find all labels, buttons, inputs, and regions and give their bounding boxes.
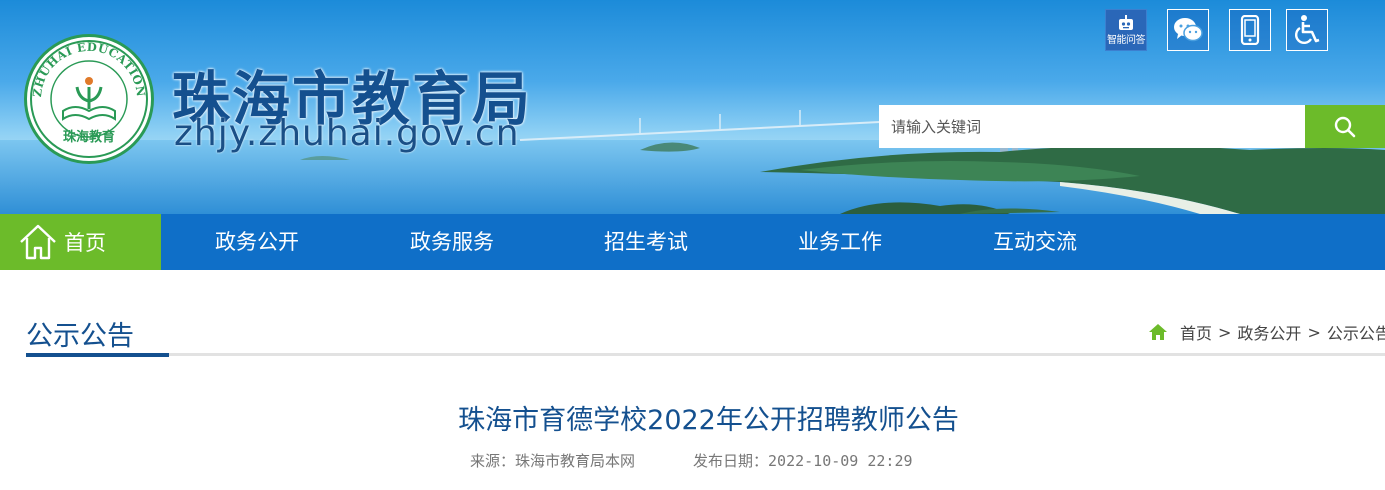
nav-item-interaction[interactable]: 互动交流	[993, 214, 1077, 270]
nav-item-gov-services[interactable]: 政务服务	[410, 214, 494, 270]
main-nav: 首页 政务公开 政务服务 招生考试 业务工作 互动交流	[0, 214, 1385, 270]
article-source: 来源：珠海市教育局本网	[470, 452, 636, 470]
smart-qa-label: 智能问答	[1107, 35, 1146, 46]
mobile-button[interactable]	[1229, 9, 1271, 51]
wechat-button[interactable]	[1167, 9, 1209, 51]
article-meta: 来源：珠海市教育局本网 发布日期：2022-10-09 22:29	[470, 450, 913, 471]
site-logo[interactable]: ZHUHAI EDUCATION 珠海教育	[24, 34, 154, 164]
page: ZHUHAI EDUCATION 珠海教育 珠海市教育局 zhjy.zhuhai…	[0, 0, 1385, 490]
logo-emblem-icon: ZHUHAI EDUCATION 珠海教育	[30, 40, 148, 158]
mobile-phone-icon	[1240, 15, 1260, 45]
smart-qa-button[interactable]: 智能问答	[1105, 9, 1147, 51]
breadcrumb: 首页 > 政务公开 > 公示公告	[1148, 320, 1385, 344]
wechat-icon	[1174, 18, 1203, 42]
home-icon	[20, 224, 56, 260]
article-date: 发布日期：2022-10-09 22:29	[693, 452, 913, 470]
section-title: 公示公告	[26, 321, 134, 352]
nav-item-home[interactable]: 首页	[0, 214, 161, 270]
breadcrumb-separator: >	[1218, 322, 1232, 342]
breadcrumb-home-icon	[1149, 324, 1167, 340]
breadcrumb-current[interactable]: 公示公告	[1327, 320, 1385, 344]
site-domain: zhjy.zhuhai.gov.cn	[174, 113, 520, 154]
search-icon	[1334, 116, 1356, 137]
nav-item-business[interactable]: 业务工作	[798, 214, 882, 270]
nav-item-gov-affairs[interactable]: 政务公开	[215, 214, 299, 270]
nav-item-enrollment[interactable]: 招生考试	[604, 214, 688, 270]
breadcrumb-home[interactable]: 首页	[1180, 320, 1212, 344]
header-banner: ZHUHAI EDUCATION 珠海教育 珠海市教育局 zhjy.zhuhai…	[0, 0, 1385, 214]
wheelchair-icon	[1295, 15, 1320, 44]
section-divider-accent	[26, 353, 169, 357]
breadcrumb-separator: >	[1307, 322, 1321, 342]
robot-icon	[1119, 15, 1133, 30]
section-divider	[26, 353, 1385, 356]
top-icon-bar: 智能问答	[1105, 9, 1345, 53]
nav-home-label: 首页	[64, 231, 106, 255]
accessibility-button[interactable]	[1286, 9, 1328, 51]
article-title: 珠海市育德学校2022年公开招聘教师公告	[458, 405, 959, 436]
svg-text:珠海教育: 珠海教育	[63, 129, 115, 145]
search-button[interactable]	[1305, 105, 1385, 148]
breadcrumb-gov-affairs[interactable]: 政务公开	[1237, 320, 1301, 344]
search-input[interactable]	[879, 105, 1305, 148]
